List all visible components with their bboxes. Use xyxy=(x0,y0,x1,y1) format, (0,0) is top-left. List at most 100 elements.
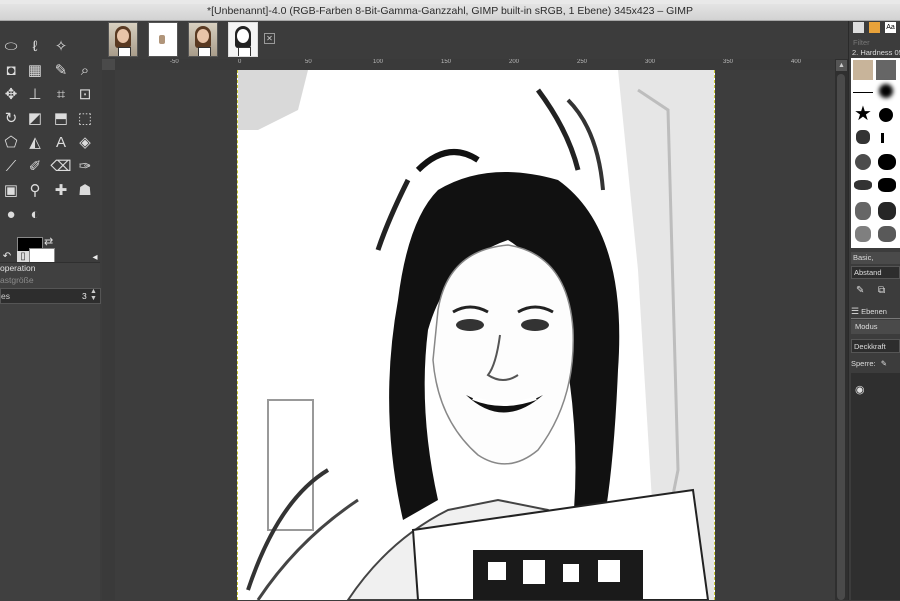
dodge-icon[interactable]: ◐ xyxy=(24,203,46,225)
window-title-bar: *[Unbenannt]-4.0 (RGB-Farben 8-Bit-Gamma… xyxy=(0,4,900,21)
ruler-label: 350 xyxy=(723,59,734,65)
zoom-icon[interactable]: ⌕ xyxy=(74,59,96,81)
ruler-label: 0 xyxy=(238,59,242,65)
shear-icon[interactable]: ◩ xyxy=(24,107,46,129)
ruler-corner xyxy=(102,59,115,70)
brush-thumbnail[interactable] xyxy=(879,84,893,98)
brush-filter-input[interactable]: Filter xyxy=(853,38,870,47)
smudge-icon[interactable]: ☗ xyxy=(74,179,96,201)
brush-thumbnail[interactable] xyxy=(855,226,871,242)
tool-options-title: operation xyxy=(0,263,36,273)
3d-transform-icon[interactable]: ⬚ xyxy=(74,107,96,129)
text-icon[interactable]: A xyxy=(50,131,72,153)
ruler-label: 300 xyxy=(645,59,656,65)
layer-opacity-field[interactable]: Deckkraft xyxy=(851,339,900,353)
paper-shape xyxy=(198,47,211,56)
brush-thumbnail[interactable] xyxy=(878,178,896,192)
brush-thumbnail[interactable] xyxy=(855,154,871,170)
brush-thumbnail[interactable] xyxy=(876,60,896,80)
visibility-eye-icon[interactable]: ◉ xyxy=(855,383,865,396)
layer-mode-select[interactable]: Modus xyxy=(851,320,900,334)
gradient-icon[interactable]: ◈ xyxy=(74,131,96,153)
brush-thumbnail[interactable] xyxy=(881,133,884,143)
layers-tab[interactable]: ☰ Ebenen xyxy=(851,304,900,319)
bucket-fill-icon[interactable]: ◭ xyxy=(24,131,46,153)
sketch-image xyxy=(238,70,714,600)
vertical-ruler[interactable] xyxy=(102,70,116,600)
image-tab-thumbnail[interactable] xyxy=(108,22,138,57)
image-tab-thumbnail-active[interactable] xyxy=(228,22,258,57)
pencil-icon[interactable]: ⟋ xyxy=(0,155,22,177)
crop-icon[interactable]: ⌗ xyxy=(50,83,72,105)
paper-shape xyxy=(238,47,251,56)
fonts-tab-icon[interactable]: Aa xyxy=(885,22,896,33)
new-brush-icon[interactable]: ⧉ xyxy=(878,285,885,296)
move-icon[interactable]: ✥ xyxy=(0,83,22,105)
brush-thumbnail[interactable] xyxy=(853,92,873,93)
lock-pixels-icon[interactable]: ✎ xyxy=(881,359,887,368)
ruler-label: 150 xyxy=(441,59,452,65)
tool-options-panel xyxy=(0,262,100,601)
brush-thumbnail[interactable] xyxy=(878,202,896,220)
ruler-label: 250 xyxy=(577,59,588,65)
image-tab-thumbnail[interactable] xyxy=(188,22,218,57)
color-picker-icon[interactable]: ✎ xyxy=(50,59,72,81)
ruler-label: 50 xyxy=(305,59,312,65)
patterns-tab-icon[interactable] xyxy=(869,22,880,33)
close-tab-icon[interactable]: ✕ xyxy=(264,33,275,44)
clone-icon[interactable]: ⚲ xyxy=(24,179,46,201)
layers-icon: ☰ xyxy=(851,306,860,316)
heal-icon[interactable]: ✚ xyxy=(50,179,72,201)
align-icon[interactable]: ⊥ xyxy=(24,83,46,105)
swap-colors-icon[interactable]: ⇄ xyxy=(44,235,53,248)
face-shape xyxy=(237,29,249,43)
brush-thumbnail[interactable] xyxy=(854,180,872,190)
foreground-select-icon[interactable]: ◘ xyxy=(0,59,22,81)
ellipse-select-icon[interactable]: ⬭ xyxy=(0,35,22,57)
airbrush-icon[interactable]: ✑ xyxy=(74,155,96,177)
undo-icon[interactable]: ↶ xyxy=(1,251,13,262)
free-select-icon[interactable]: ℓ xyxy=(24,35,46,57)
brush-preset-label: Basic, xyxy=(851,252,900,264)
current-brush-name: 2. Hardness 05 xyxy=(852,48,900,57)
images-icon[interactable]: ▯ xyxy=(17,251,29,262)
brush-grid[interactable]: ★ xyxy=(851,58,900,248)
star-brush-icon[interactable]: ★ xyxy=(854,104,872,124)
lock-label: Sperre: xyxy=(851,359,876,368)
select-by-color-icon[interactable]: ▦ xyxy=(24,59,46,81)
brush-thumbnail[interactable] xyxy=(855,202,871,220)
perspective-icon[interactable]: ⬒ xyxy=(50,107,72,129)
spinner-icon[interactable]: ▲ ▼ xyxy=(90,288,97,302)
warp-icon[interactable]: ↻ xyxy=(0,107,22,129)
brush-thumbnail[interactable] xyxy=(853,60,873,80)
layer-lock-row: Sperre: ✎ xyxy=(851,359,887,368)
scrollbar-thumb[interactable] xyxy=(837,74,845,600)
ruler-label: -50 xyxy=(170,59,179,65)
layers-list[interactable] xyxy=(851,373,900,600)
cage-transform-icon[interactable]: ⬠ xyxy=(0,131,22,153)
fuzzy-select-icon[interactable]: ✧ xyxy=(50,35,72,57)
eraser-icon[interactable]: ⌫ xyxy=(50,155,72,177)
paintbrush-icon[interactable]: ✐ xyxy=(24,155,46,177)
unified-transform-icon[interactable]: ⊡ xyxy=(74,83,96,105)
paper-shape xyxy=(118,47,131,56)
ink-icon[interactable]: ▣ xyxy=(0,179,22,201)
ruler-label: 200 xyxy=(509,59,520,65)
brush-thumbnail[interactable] xyxy=(878,154,896,170)
brush-spacing-field[interactable]: Abstand xyxy=(851,266,900,279)
face-shape xyxy=(117,29,129,43)
brush-thumbnail[interactable] xyxy=(879,108,893,122)
image-tab-thumbnail[interactable] xyxy=(148,22,178,57)
ruler-label: 400 xyxy=(791,59,802,65)
blur-icon[interactable]: ● xyxy=(0,203,22,225)
window-title: *[Unbenannt]-4.0 (RGB-Farben 8-Bit-Gamma… xyxy=(207,5,693,17)
tool-options-subtitle: astgröße xyxy=(0,275,34,285)
tool-option-value[interactable]: 3 xyxy=(82,291,87,301)
brush-thumbnail[interactable] xyxy=(856,130,870,144)
edit-brush-icon[interactable]: ✎ xyxy=(856,285,864,296)
image-canvas[interactable] xyxy=(237,70,715,600)
navigate-icon[interactable]: ▲ xyxy=(836,60,847,71)
brushes-tab-icon[interactable] xyxy=(853,22,864,33)
face-shape xyxy=(197,29,209,43)
brush-thumbnail[interactable] xyxy=(878,226,896,242)
